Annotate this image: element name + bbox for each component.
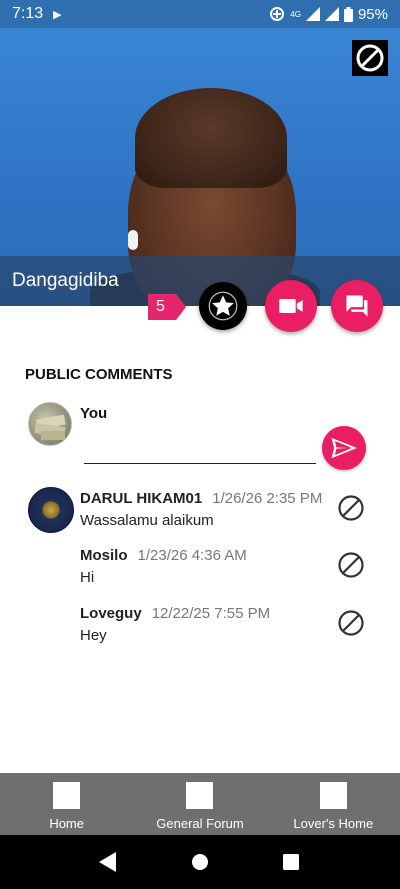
comment-timestamp: 1/23/26 4:36 AM xyxy=(137,547,247,564)
comment-timestamp: 1/26/26 2:35 PM xyxy=(212,490,323,507)
comment-author: DARUL HIKAM01 xyxy=(80,490,203,507)
current-user-avatar xyxy=(28,402,72,446)
profile-actions: 5 xyxy=(0,280,400,336)
photo-earbud xyxy=(128,230,138,250)
photo-cap xyxy=(135,88,287,188)
home-circle-icon[interactable] xyxy=(191,852,209,872)
lovers-home-icon xyxy=(319,782,347,809)
comment-text: Hey xyxy=(80,627,107,644)
comment-author: Mosilo xyxy=(80,547,128,564)
comment-timestamp: 12/22/25 7:55 PM xyxy=(151,605,271,622)
current-user-label: You xyxy=(80,405,108,422)
forum-icon xyxy=(346,295,368,317)
comment-avatar xyxy=(28,487,74,533)
avatar-image xyxy=(34,414,66,440)
comment-text: Wassalamu alaikum xyxy=(80,512,214,529)
favorite-button[interactable] xyxy=(199,282,247,330)
status-icons: 4G 95% xyxy=(269,6,388,23)
comment-input[interactable] xyxy=(84,440,316,464)
play-store-icon: ▶ xyxy=(53,8,62,21)
count-badge: 5 xyxy=(148,294,186,320)
send-comment-button[interactable] xyxy=(322,426,366,470)
home-icon xyxy=(53,782,81,809)
block-icon xyxy=(338,552,364,578)
signal-2-icon xyxy=(324,7,339,21)
status-time: 7:13 xyxy=(12,5,44,22)
data-saver-icon xyxy=(270,7,285,21)
comments-section-title: PUBLIC COMMENTS xyxy=(25,366,173,383)
block-icon xyxy=(356,44,384,72)
profile-photo: Dangagidiba xyxy=(0,28,400,306)
block-comment-button[interactable] xyxy=(337,609,365,637)
battery-percent: 95% xyxy=(357,5,388,23)
nav-label: Lover's Home xyxy=(293,816,374,831)
nav-label: Home xyxy=(49,816,84,831)
system-navigation-bar xyxy=(0,835,400,889)
network-type-label: 4G xyxy=(290,9,301,19)
comment-author-line: DARUL HIKAM01 1/26/26 2:35 PM xyxy=(80,490,322,507)
comment-author-line: Mosilo 1/23/26 4:36 AM xyxy=(80,547,247,564)
block-icon xyxy=(338,610,364,636)
chat-button[interactable] xyxy=(331,280,383,332)
back-icon[interactable] xyxy=(99,852,117,872)
nav-label: General Forum xyxy=(156,816,244,831)
comment-author-line: Loveguy 12/22/25 7:55 PM xyxy=(80,605,270,622)
nav-general-forum[interactable]: General Forum xyxy=(133,773,266,835)
block-user-button[interactable] xyxy=(352,40,388,76)
forum-nav-icon xyxy=(186,782,214,809)
video-call-button[interactable] xyxy=(265,280,317,332)
recents-icon[interactable] xyxy=(282,852,300,872)
block-comment-button[interactable] xyxy=(337,494,365,522)
star-icon xyxy=(208,291,238,321)
videocam-icon xyxy=(279,299,303,313)
count-badge-value: 5 xyxy=(156,298,165,315)
block-comment-button[interactable] xyxy=(337,551,365,579)
block-icon xyxy=(338,495,364,521)
nav-home[interactable]: Home xyxy=(0,773,133,835)
battery-icon xyxy=(343,6,353,22)
comment-author: Loveguy xyxy=(80,605,142,622)
status-bar: 7:13 ▶ 4G 95% xyxy=(0,0,400,28)
signal-icon xyxy=(305,7,320,21)
nav-lovers-home[interactable]: Lover's Home xyxy=(267,773,400,835)
comment-text: Hi xyxy=(80,569,95,586)
bottom-navigation: Home General Forum Lover's Home xyxy=(0,773,400,835)
send-icon xyxy=(331,437,357,459)
